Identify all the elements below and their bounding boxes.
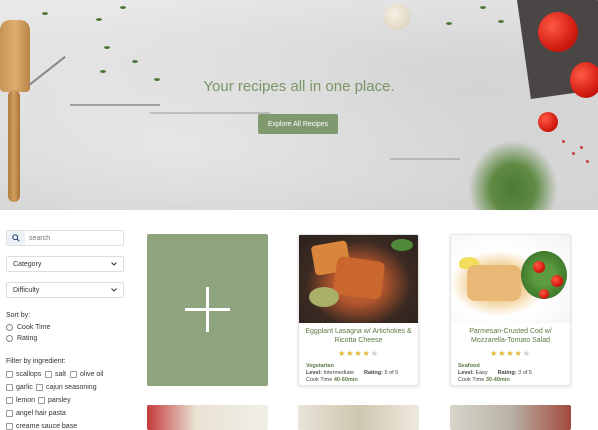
- leaf-decoration: [132, 60, 138, 63]
- filter-label: Filter by ingredient:: [6, 358, 66, 365]
- leaf-decoration: [498, 20, 504, 23]
- ingredient-filter-cajun-seasoning[interactable]: cajun seasoning: [36, 384, 97, 391]
- checkbox[interactable]: [6, 384, 13, 391]
- rating-stars: ★★★★★: [451, 349, 570, 360]
- ingredient-filter-garlic[interactable]: garlic: [6, 384, 33, 391]
- hero-banner: Your recipes all in one place. Explore A…: [0, 0, 598, 210]
- search-input[interactable]: [25, 232, 121, 244]
- ingredient-label: salt: [55, 371, 66, 378]
- sort-option-label: Cook Time: [17, 324, 51, 331]
- leaf-decoration: [96, 18, 102, 21]
- recipe-card[interactable]: Parmesan-Crusted Cod w/ Mozzarella-Tomat…: [450, 234, 571, 386]
- star-icon: ★★★★: [490, 349, 523, 358]
- wall-crack: [150, 112, 270, 114]
- radish-image: [538, 112, 558, 132]
- garlic-image: [384, 4, 410, 30]
- recipe-meta: Level: Easy Rating: 3 of 5: [458, 370, 532, 376]
- ingredient-label: olive oil: [80, 371, 104, 378]
- wall-crack: [70, 104, 160, 106]
- checkbox[interactable]: [70, 371, 77, 378]
- recipe-title[interactable]: Eggplant Lasagna w/ Artichokes & Ricotta…: [299, 323, 418, 347]
- sort-option-cook-time[interactable]: Cook Time: [6, 324, 50, 331]
- tomato-image: [538, 12, 578, 52]
- recipe-card[interactable]: [450, 405, 571, 430]
- recipe-cook-time: Cook Time 40-50min: [306, 377, 358, 383]
- search-bar: [6, 230, 124, 246]
- difficulty-select[interactable]: Difficulty: [6, 282, 124, 298]
- chevron-down-icon: [111, 288, 117, 292]
- recipe-cook-time: Cook Time 30-40min: [458, 377, 510, 383]
- ingredient-label: garlic: [16, 384, 33, 391]
- pepper-decoration: [562, 140, 565, 143]
- hero-title: Your recipes all in one place.: [203, 78, 395, 95]
- leaf-decoration: [120, 6, 126, 9]
- spatula-handle-image: [8, 90, 20, 202]
- leaf-decoration: [480, 6, 486, 9]
- recipe-card[interactable]: [147, 405, 268, 430]
- star-icon: ★★★★: [338, 349, 371, 358]
- wall-crack: [390, 158, 460, 160]
- ingredient-filter-creame-sauce-base[interactable]: creame sauce base: [6, 423, 77, 430]
- leaf-decoration: [100, 70, 106, 73]
- leaf-decoration: [42, 12, 48, 15]
- add-recipe-card[interactable]: [147, 234, 268, 386]
- ingredient-filter-salt[interactable]: salt: [45, 371, 66, 378]
- plus-icon: [206, 287, 209, 332]
- difficulty-select-label: Difficulty: [13, 286, 40, 294]
- explore-all-recipes-button[interactable]: Explore All Recipes: [258, 114, 338, 134]
- recipe-card[interactable]: [298, 405, 419, 430]
- ingredient-label: lemon: [16, 397, 36, 404]
- checkbox[interactable]: [6, 397, 13, 404]
- star-icon: ★: [522, 349, 531, 358]
- recipe-image: [299, 235, 418, 323]
- pepper-decoration: [586, 160, 589, 163]
- chevron-down-icon: [111, 262, 117, 266]
- herb-image: [468, 140, 558, 210]
- ingredient-label: angel hair pasta: [16, 410, 66, 417]
- checkbox[interactable]: [6, 423, 13, 430]
- ingredient-filter-scallops[interactable]: scallops: [6, 371, 41, 378]
- recipe-image: [451, 235, 570, 323]
- checkbox[interactable]: [45, 371, 52, 378]
- pepper-decoration: [572, 152, 575, 155]
- ingredient-filter-olive-oil[interactable]: olive oil: [70, 371, 103, 378]
- ingredient-label: cajun seasoning: [46, 384, 97, 391]
- category-select-label: Category: [13, 260, 42, 268]
- star-icon: ★: [370, 349, 379, 358]
- ingredient-filter-angel-hair-pasta[interactable]: angel hair pasta: [6, 410, 66, 417]
- recipe-category: Vegetarian: [306, 363, 334, 369]
- leaf-decoration: [446, 22, 452, 25]
- ingredient-label: parsley: [48, 397, 71, 404]
- leaf-decoration: [104, 46, 110, 49]
- ingredient-filter-lemon[interactable]: lemon: [6, 397, 35, 404]
- checkbox[interactable]: [6, 410, 13, 417]
- radio-button[interactable]: [6, 324, 13, 331]
- ingredient-label: scallops: [16, 371, 42, 378]
- sort-label: Sort by:: [6, 312, 31, 319]
- recipe-title[interactable]: Parmesan-Crusted Cod w/ Mozzarella-Tomat…: [451, 323, 570, 347]
- category-select[interactable]: Category: [6, 256, 124, 272]
- pepper-decoration: [580, 146, 583, 149]
- checkbox[interactable]: [36, 384, 43, 391]
- recipe-category: Seafood: [458, 363, 480, 369]
- search-icon: [12, 234, 20, 242]
- rating-stars: ★★★★★: [299, 349, 418, 360]
- search-button[interactable]: [7, 231, 25, 245]
- checkbox[interactable]: [6, 371, 13, 378]
- sort-option-label: Rating: [17, 335, 38, 342]
- checkbox[interactable]: [38, 397, 45, 404]
- recipe-meta: Level: Intermediate Rating: 5 of 5: [306, 370, 399, 376]
- ingredient-filter-parsley[interactable]: parsley: [38, 397, 71, 404]
- recipe-card[interactable]: Eggplant Lasagna w/ Artichokes & Ricotta…: [298, 234, 419, 386]
- radio-button[interactable]: [6, 335, 13, 342]
- sort-option-rating[interactable]: Rating: [6, 335, 37, 342]
- ingredient-label: creame sauce base: [16, 423, 78, 430]
